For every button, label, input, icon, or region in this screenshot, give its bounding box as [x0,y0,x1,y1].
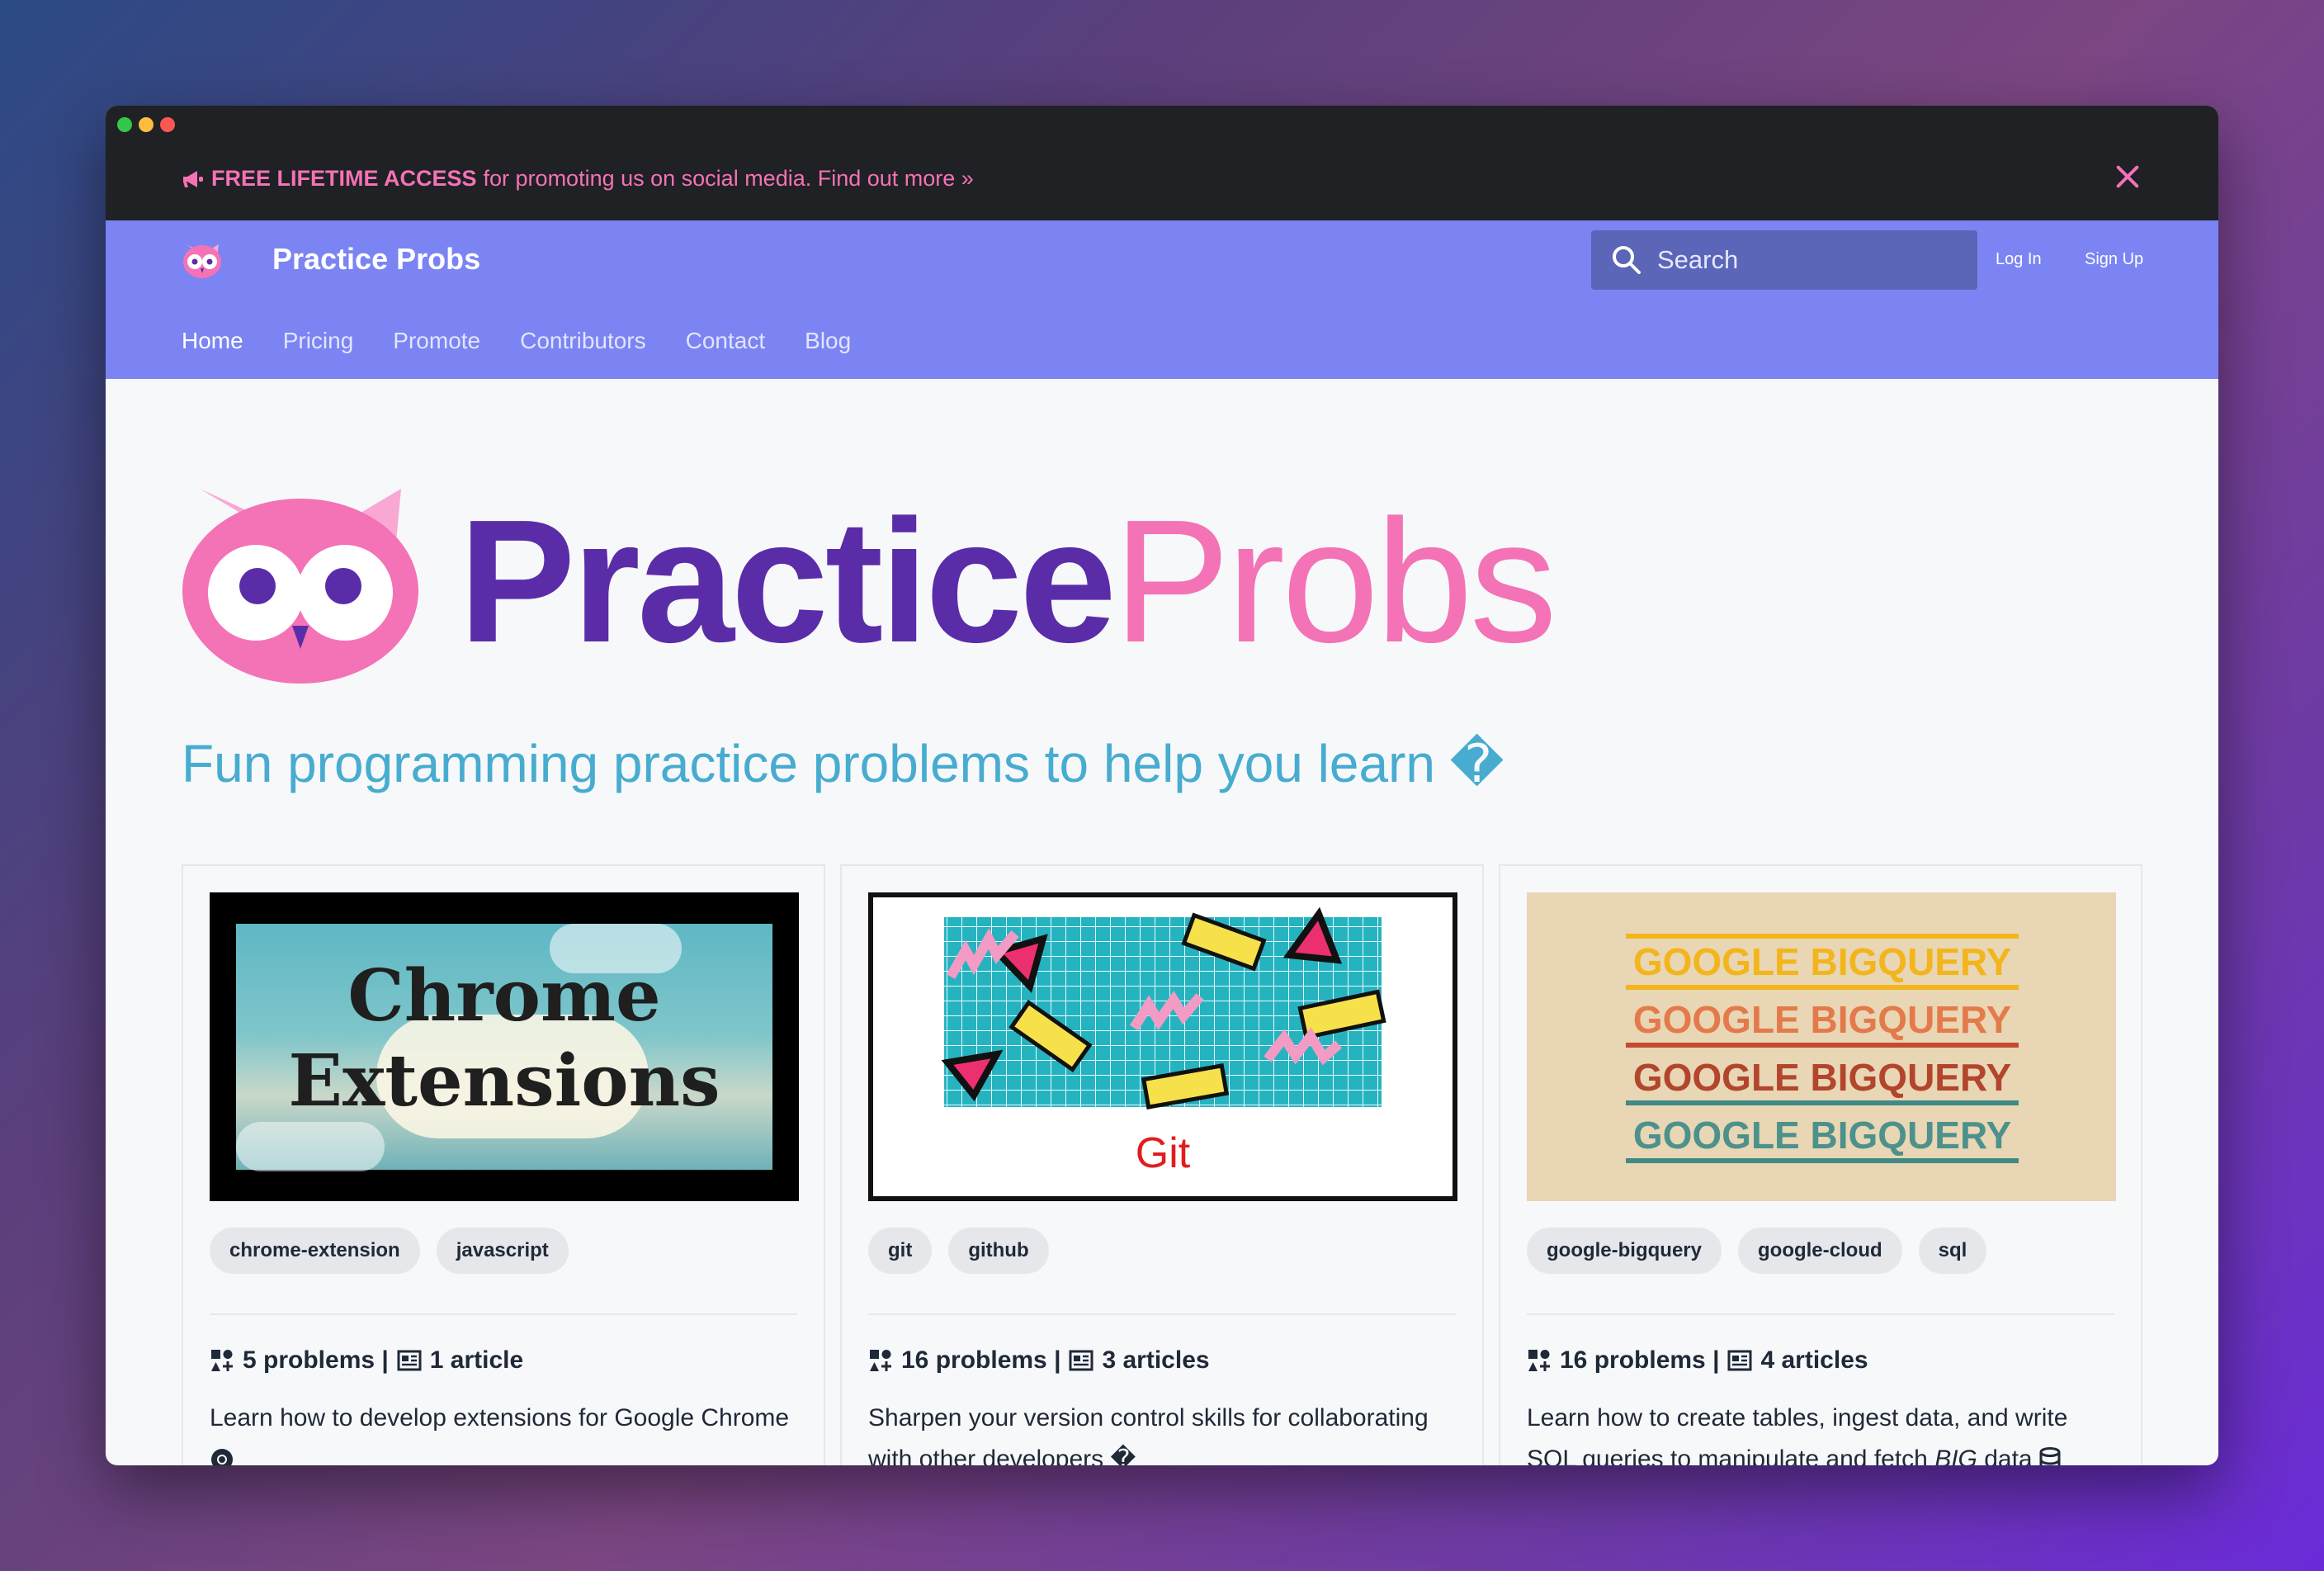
wordmark: PracticeProbs [459,494,1557,669]
bigquery-line-3: GOOGLE BIGQUERY [1632,1056,2012,1099]
hero-logo: PracticeProbs [182,479,1557,684]
description-text: Learn how to develop extensions for Goog… [210,1404,790,1431]
article-icon [397,1350,422,1371]
chrome-icon [211,1448,233,1465]
problems-icon [870,1350,891,1371]
tag-list: git github [868,1228,1456,1274]
thumbnail-title: Git [1135,1129,1191,1177]
tag-list: chrome-extension javascript [210,1228,797,1274]
browser-window: FREE LIFETIME ACCESS for promoting us on… [106,106,2218,1465]
article-count: 3 articles [1102,1346,1210,1374]
owl-logo-icon [183,244,221,278]
divider [210,1313,797,1315]
main-nav: Home Pricing Promote Contributors Contac… [182,328,851,354]
promo-text: for promoting us on social media. Find o… [483,166,974,191]
signup-link[interactable]: Sign Up [2085,250,2143,269]
problems-icon [1528,1350,1550,1371]
course-description: Learn how to develop extensions for Goog… [210,1398,797,1465]
search-icon [1613,246,1641,274]
search-box[interactable] [1591,230,1977,290]
nav-contact[interactable]: Contact [686,328,766,354]
tag-javascript[interactable]: javascript [436,1228,569,1274]
tagline: Fun programming practice problems to hel… [182,734,1504,793]
title-bar [106,106,2218,139]
navbar: Practice Probs Log In Sign Up Home Prici… [106,220,2218,379]
promo-highlight: FREE LIFETIME ACCESS [211,166,477,191]
course-thumbnail[interactable]: GOOGLE BIGQUERY GOOGLE BIGQUERY GOOGLE B… [1527,892,2116,1201]
course-card-git[interactable]: Git git github 16 problems | 3 articles … [840,864,1484,1465]
window-zoom-button[interactable] [117,117,132,132]
brand-name: Practice Probs [272,242,481,276]
tag-google-cloud[interactable]: google-cloud [1738,1228,1902,1274]
bigquery-line-4: GOOGLE BIGQUERY [1632,1114,2012,1157]
close-icon[interactable] [2113,162,2142,192]
megaphone-icon [183,170,203,187]
problem-count: 16 problems | [1560,1346,1720,1374]
owl-logo-icon [182,489,418,684]
bigquery-line-1: GOOGLE BIGQUERY [1632,940,2012,983]
tag-git[interactable]: git [868,1228,933,1274]
nav-blog[interactable]: Blog [805,328,851,354]
description-text-end: data [1977,1445,2033,1466]
nav-pricing[interactable]: Pricing [283,328,354,354]
course-stats: 16 problems | 4 articles [1527,1346,2114,1375]
description-emphasis: BIG [1934,1445,1977,1466]
problem-count: 16 problems | [901,1346,1061,1374]
tag-list: google-bigquery google-cloud sql [1527,1228,2114,1274]
window-close-button[interactable] [160,117,175,132]
course-description: Learn how to create tables, ingest data,… [1527,1398,2114,1465]
tag-github[interactable]: github [948,1228,1049,1274]
brand-link[interactable]: Practice Probs [182,240,480,278]
course-thumbnail[interactable]: Git [868,892,1457,1201]
article-icon [1727,1350,1752,1371]
article-count: 1 article [429,1346,524,1374]
course-card-chrome-extensions[interactable]: Chrome Extensions chrome-extension javas… [182,864,825,1465]
divider [868,1313,1456,1315]
nav-contributors[interactable]: Contributors [520,328,646,354]
wordmark-practice: Practice [459,483,1117,679]
tag-chrome-extension[interactable]: chrome-extension [210,1228,420,1274]
tag-google-bigquery[interactable]: google-bigquery [1527,1228,1722,1274]
database-icon [2039,1446,2061,1465]
course-stats: 5 problems | 1 article [210,1346,797,1375]
course-thumbnail[interactable]: Chrome Extensions [210,892,799,1201]
nav-promote[interactable]: Promote [393,328,480,354]
search-input[interactable] [1657,245,1971,275]
login-link[interactable]: Log In [1996,250,2042,269]
tag-sql[interactable]: sql [1918,1228,1987,1274]
nav-home[interactable]: Home [182,328,243,354]
divider [1527,1313,2114,1315]
course-stats: 16 problems | 3 articles [868,1346,1456,1375]
course-card-google-bigquery[interactable]: GOOGLE BIGQUERY GOOGLE BIGQUERY GOOGLE B… [1499,864,2142,1465]
bigquery-line-2: GOOGLE BIGQUERY [1632,998,2012,1041]
promo-banner: FREE LIFETIME ACCESS for promoting us on… [106,139,2218,220]
course-description: Sharpen your version control skills for … [868,1404,1429,1465]
problem-count: 5 problems | [243,1346,389,1374]
article-count: 4 articles [1760,1346,1868,1374]
window-minimize-button[interactable] [139,117,154,132]
article-icon [1069,1350,1094,1371]
promo-link[interactable]: FREE LIFETIME ACCESS for promoting us on… [182,166,974,192]
course-cards: Chrome Extensions chrome-extension javas… [182,864,2142,1465]
wordmark-probs: Probs [1113,483,1557,679]
problems-icon [211,1350,233,1371]
thumbnail-title-line2: Extensions [288,1039,720,1124]
thumbnail-title-line1: Chrome [347,954,661,1038]
